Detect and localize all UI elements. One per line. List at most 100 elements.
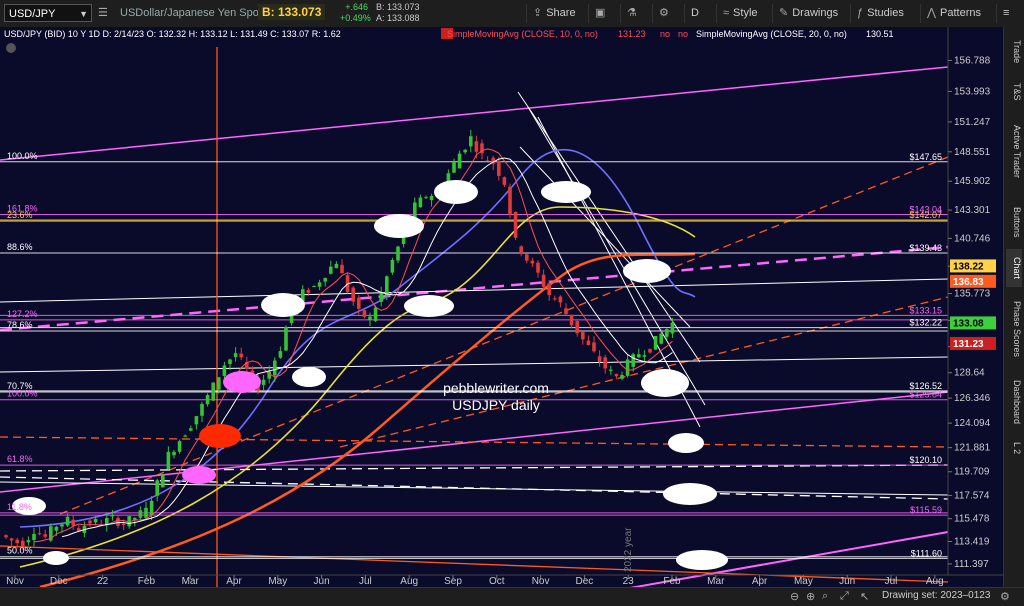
- y-tick-label: 113.419: [954, 537, 990, 548]
- tab-chart[interactable]: Chart: [1006, 249, 1022, 287]
- expand-icon[interactable]: ⤢: [840, 590, 849, 603]
- candle-body: [340, 264, 344, 274]
- candle-body: [418, 197, 423, 208]
- watermark-line1: pebblewriter.com: [443, 380, 549, 396]
- settings-small-icon[interactable]: ⚙: [1000, 590, 1010, 603]
- candle-body: [592, 342, 596, 352]
- y-tick-label: 143.301: [954, 205, 991, 216]
- tab-level2[interactable]: L 2: [1006, 437, 1022, 459]
- patterns-icon: ⋀: [927, 7, 937, 19]
- x-tick-label: Mar: [707, 576, 725, 587]
- change-abs: +.646: [345, 2, 368, 12]
- y-tick-label: 128.64: [954, 368, 985, 379]
- tab-dashboard[interactable]: Dashboard: [1006, 372, 1022, 432]
- candle-body: [385, 276, 389, 296]
- x-tick-label: 23: [623, 576, 635, 587]
- settings-button[interactable]: ⚙: [652, 4, 680, 23]
- candle-body: [261, 379, 266, 385]
- candle-body: [334, 263, 339, 269]
- target-ellipse-red: [199, 424, 241, 448]
- candle-body: [166, 451, 171, 470]
- y-tick-label: 119.709: [954, 467, 990, 478]
- candle-body: [553, 298, 557, 300]
- fib-label: 50.0%: [7, 546, 33, 556]
- tab-time-sales[interactable]: T&S: [1006, 77, 1022, 107]
- symbol-input[interactable]: USD/JPY ▼: [4, 4, 92, 22]
- menu-icon[interactable]: ☰: [98, 6, 108, 19]
- x-tick-label: Nov: [6, 576, 24, 587]
- target-ellipse: [641, 369, 689, 397]
- gear-icon: ⚙: [659, 7, 669, 19]
- candle-body: [65, 516, 70, 526]
- bid-price: B: 133.073: [258, 4, 326, 20]
- candle-body: [312, 285, 316, 287]
- x-tick-label: Dec: [576, 576, 594, 587]
- x-tick-label: Jul: [359, 576, 372, 587]
- legend-sma2: SimpleMovingAvg (CLOSE, 20, 0, no): [696, 29, 847, 39]
- candle-body: [116, 517, 120, 526]
- info-icon[interactable]: [6, 43, 16, 53]
- x-tick-label: Apr: [752, 576, 768, 587]
- share-label: Share: [546, 7, 576, 19]
- price-badge-text: 133.08: [953, 318, 984, 329]
- style-button[interactable]: ≈ Style: [716, 4, 768, 23]
- studies-button[interactable]: ƒ Studies: [850, 4, 914, 23]
- target-ellipse-pink: [182, 466, 216, 484]
- candle-body: [463, 149, 467, 153]
- studies-label: Studies: [867, 7, 904, 19]
- candle-body: [474, 141, 479, 152]
- candle-body: [205, 395, 210, 405]
- tab-trade[interactable]: Trade: [1006, 37, 1022, 67]
- candle-body: [536, 262, 540, 273]
- pencil-icon: ✎: [779, 7, 789, 19]
- candle-body: [530, 260, 535, 264]
- tab-buttons[interactable]: Buttons: [1006, 197, 1022, 247]
- period-label: D: [691, 7, 699, 19]
- candle-body: [502, 177, 507, 185]
- tab-phase-scores[interactable]: Phase Scores: [1006, 289, 1022, 369]
- zoom-in-icon[interactable]: ⊕: [806, 590, 815, 603]
- x-tick-label: Aug: [400, 576, 418, 587]
- chevron-down-icon[interactable]: ▼: [79, 5, 88, 23]
- price-badge-text: 136.83: [953, 277, 984, 288]
- level-label: $147.65: [909, 152, 942, 162]
- search-icon[interactable]: ⌕: [822, 590, 828, 603]
- zoom-out-icon[interactable]: ⊖: [790, 590, 799, 603]
- y-tick-label: 111.397: [954, 559, 989, 570]
- candle-body: [110, 514, 115, 517]
- x-tick-label: Dec: [50, 576, 68, 587]
- candle-body: [469, 136, 473, 147]
- drawings-button[interactable]: ✎ Drawings: [772, 4, 844, 23]
- candle-body: [424, 197, 428, 199]
- share-button[interactable]: ⇪ Share: [526, 4, 582, 23]
- x-tick-label: Jun: [314, 576, 330, 587]
- tab-active-trader[interactable]: Active Trader: [1006, 112, 1022, 192]
- cursor-icon[interactable]: ↖: [860, 590, 869, 603]
- price-chart[interactable]: USD/JPY (BID) 10 Y 1D D: 2/14/23 O: 132.…: [0, 27, 1004, 587]
- candle-body: [637, 354, 641, 358]
- target-ellipse: [434, 180, 478, 204]
- candle-body: [541, 274, 546, 287]
- candle-body: [93, 518, 98, 523]
- level-label: $133.15: [909, 305, 942, 315]
- fib-label: 61.8%: [7, 454, 33, 464]
- y-tick-label: 140.746: [954, 233, 991, 244]
- patterns-button[interactable]: ⋀ Patterns: [920, 4, 992, 23]
- more-button[interactable]: ≡: [996, 4, 1022, 23]
- alerts-button[interactable]: ▣: [588, 4, 616, 23]
- candle-body: [362, 310, 367, 317]
- period-button[interactable]: D: [684, 4, 712, 23]
- y-tick-label: 126.346: [954, 393, 991, 404]
- candle-body: [659, 333, 663, 344]
- target-ellipse: [261, 293, 305, 317]
- candle-body: [138, 510, 143, 518]
- flask-button[interactable]: ⚗: [620, 4, 648, 23]
- x-tick-label: Jun: [839, 576, 855, 587]
- target-ellipse-pink: [223, 371, 261, 393]
- candle-body: [457, 153, 462, 169]
- y-tick-label: 145.902: [954, 176, 991, 187]
- level-label: $132.22: [909, 318, 942, 328]
- legend-sma1-value: 131.23: [618, 29, 646, 39]
- fib-label: 23.6%: [7, 210, 33, 220]
- legend-no1: no: [660, 29, 670, 39]
